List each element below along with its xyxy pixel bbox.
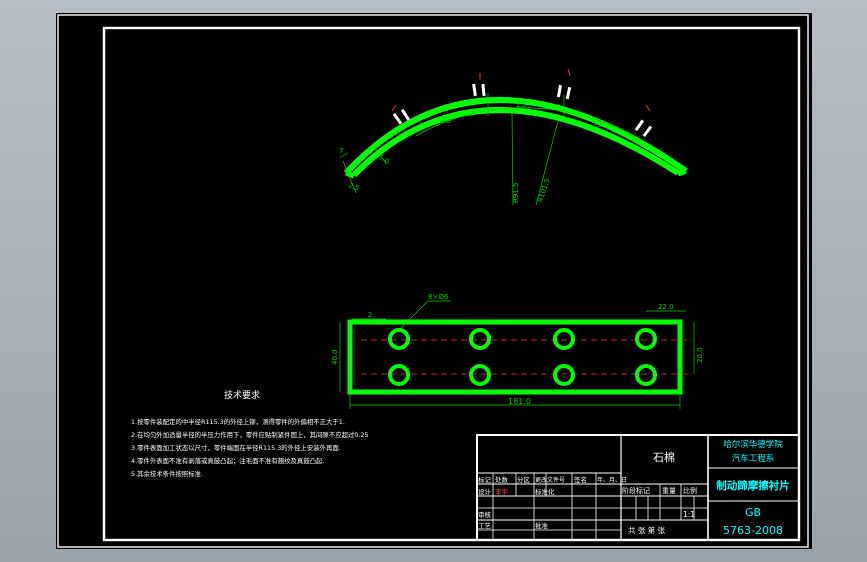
sheet-border — [57, 14, 809, 548]
tech-title: 技术要求 — [224, 389, 260, 401]
angle-dim-label-3: 23° — [592, 120, 606, 129]
hole-callout: 8×Ø6 — [428, 293, 449, 301]
part-name: 制动蹄摩擦衬片 — [716, 479, 790, 492]
approve-label: 批准 — [535, 521, 549, 530]
title-block: 哈尔滨华德学院 汽车工程系 制动蹄摩擦衬片 GB 5763-2008 石棉 阶段… — [476, 434, 800, 541]
technical-requirements: 技术要求 1.按零件装配定的中半径R115.3的外径上铆，测得零件的外偏相不正大… — [131, 389, 369, 478]
scale-value: 1:1 — [683, 510, 695, 519]
dim-top-left: 2 — [368, 311, 372, 319]
tech-item: 2.在均匀外加适量半径的半压力作用下，零件应贴制紧件固上，其间隙不应超过0.25 — [131, 430, 369, 439]
tech-item: 3.零件表面加工状态以尺寸，零件端面在半径R115.3的外径上安装外再面. — [131, 443, 341, 452]
arc-centerline — [567, 68, 571, 77]
arc-slot — [481, 83, 486, 97]
arc-slot — [556, 84, 563, 98]
arc-slot — [392, 112, 403, 125]
arc-centerline — [391, 104, 397, 112]
rivet-hole — [388, 364, 410, 386]
arc-slot — [634, 119, 645, 132]
rivet-hole — [388, 328, 410, 350]
row-doc: 更改文件号 — [535, 476, 565, 484]
arc-view: 23° 23° 23° 5.0 2.5 7 R91.5 R101.5 — [338, 68, 688, 206]
radius-label-outer: R101.5 — [536, 177, 551, 203]
row-count: 处数 — [495, 475, 509, 484]
hole-leader — [398, 300, 429, 331]
rivet-hole — [469, 328, 491, 350]
dim-height-left: 40.0 — [331, 349, 339, 365]
rivet-hole — [635, 364, 657, 386]
arc-slot — [400, 108, 410, 121]
arc-end-left — [345, 170, 355, 179]
arc-inner-edge — [351, 107, 680, 178]
dim-width: 181.0 — [508, 397, 531, 406]
arc-centerline — [645, 104, 651, 112]
arc-end-right — [677, 168, 687, 177]
drawing-viewport[interactable]: 23° 23° 23° 5.0 2.5 7 R91.5 R101.5 8×Ø6 … — [56, 13, 812, 549]
arc-slot — [642, 125, 653, 137]
cad-application-window: 23° 23° 23° 5.0 2.5 7 R91.5 R101.5 8×Ø6 … — [0, 0, 867, 562]
rivet-hole — [469, 364, 491, 386]
sheet-count: 共 张 第 张 — [628, 525, 666, 535]
drawing-sheet: 23° 23° 23° 5.0 2.5 7 R91.5 R101.5 8×Ø6 … — [57, 14, 809, 548]
dim-label-2-5: 2.5 — [347, 181, 360, 192]
lining-outline — [347, 319, 683, 395]
tech-item: 5.其余技术条件按照标准. — [131, 469, 203, 478]
dim-height-right: 20.0 — [696, 347, 704, 363]
row-date: 年、月、日 — [597, 476, 627, 484]
weight-label: 重量 — [662, 487, 676, 495]
row-zone: 分区 — [517, 475, 531, 484]
school-name: 哈尔滨华德学院 — [723, 439, 783, 450]
process-label: 工艺 — [478, 522, 492, 530]
angle-dim-label-1: 23° — [441, 116, 455, 125]
standard-gb: GB — [745, 506, 761, 519]
plan-view: 8×Ø6 2 181.0 40.0 20.0 22.0 — [331, 293, 704, 409]
radius-label-inner: R91.5 — [512, 183, 520, 203]
tech-item: 4.零件外表面不准有剥落或真鼓凸起；注毛面不准有翘纹及真鼓凸起. — [131, 456, 324, 465]
row-mark: 标记 — [478, 475, 492, 484]
arc-slot — [565, 86, 572, 100]
angle-dim-label-2: 23° — [516, 100, 530, 109]
department-name: 汽车工程系 — [732, 453, 775, 464]
rivet-hole — [553, 364, 575, 386]
dim-spacing: 22.0 — [658, 303, 674, 311]
tech-item: 1.按零件装配定的中半径R115.3的外径上铆，测得零件的外偏相不正大于1. — [131, 417, 345, 426]
row-sign: 签名 — [574, 475, 587, 484]
arc-slot — [472, 83, 477, 97]
dim-label-7: 7 — [339, 147, 343, 155]
standard-number: 5763-2008 — [723, 524, 783, 537]
rivet-hole — [635, 328, 657, 350]
material-name: 石棉 — [653, 450, 675, 464]
rivet-holes — [388, 328, 657, 386]
designer-name: 李宇 — [495, 487, 509, 496]
ratio-label: 比例 — [683, 486, 697, 495]
standard-label: 标准化 — [535, 487, 555, 496]
rivet-hole — [553, 328, 575, 350]
dim-label-5: 5.0 — [377, 153, 391, 166]
check-label: 审核 — [478, 510, 492, 519]
stage-label: 阶段标记 — [622, 486, 650, 495]
design-label: 设计 — [478, 487, 492, 496]
